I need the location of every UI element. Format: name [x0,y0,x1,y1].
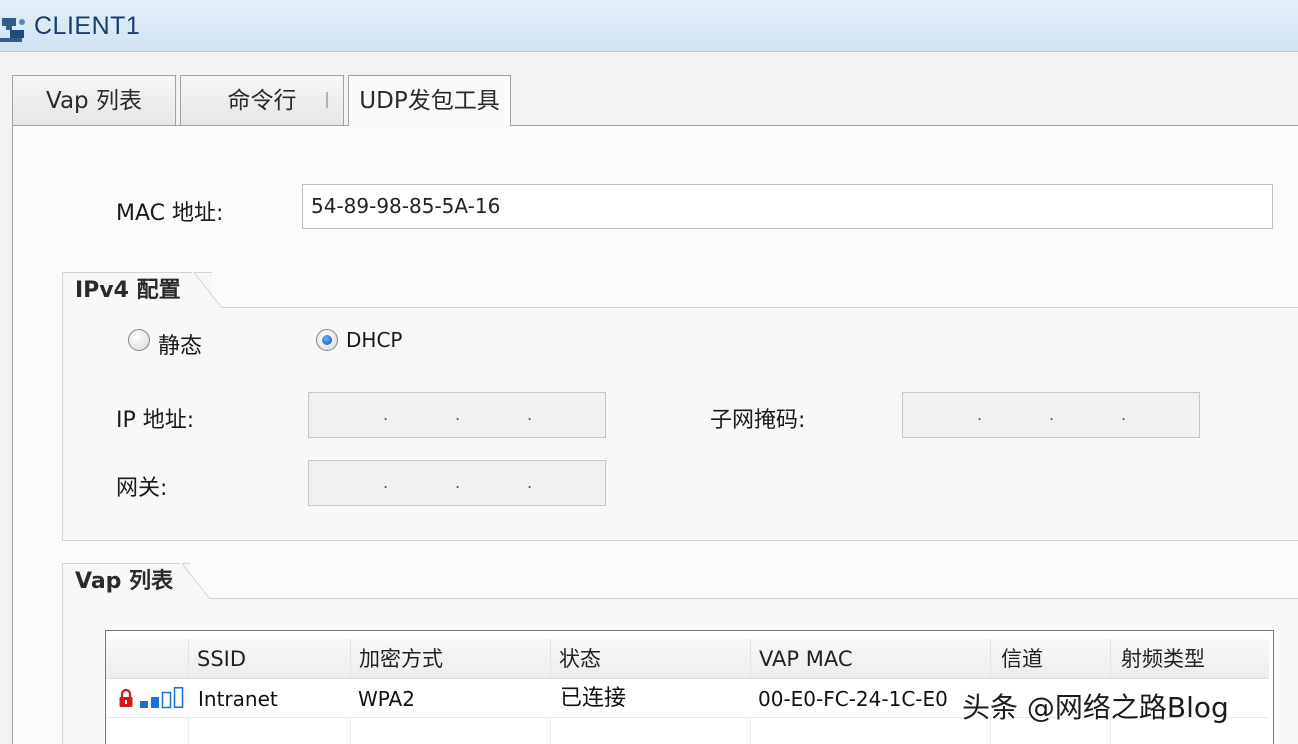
ip-octet-dot: . [977,405,983,424]
network-client-icon [0,18,25,42]
mac-label: MAC 地址: [116,201,224,226]
subnet-mask-label: 子网掩码: [710,408,806,433]
column-header-ssid[interactable]: SSID [188,639,350,679]
column-header-channel[interactable]: 信道 [990,639,1110,679]
column-header-radio-type[interactable]: 射频类型 [1110,639,1269,679]
dhcp-radio[interactable] [316,329,338,351]
gateway-field[interactable]: . . . [308,460,606,506]
column-header-encryption[interactable]: 加密方式 [350,639,550,679]
subnet-mask-field[interactable]: . . . [902,392,1200,438]
ip-octet-dot: . [383,405,389,424]
column-divider [188,717,189,744]
watermark: 头条 @网络之路Blog [962,691,1229,724]
vap-list-legend: Vap 列表 [62,563,190,601]
ip-octet-dot: . [383,473,389,492]
cell-status: 已连接 [560,686,627,711]
ipv4-config-legend: IPv4 配置 [62,272,212,310]
column-divider [750,717,751,744]
dhcp-radio-label: DHCP [346,328,403,352]
tab-command-line[interactable]: 命令行 [180,75,344,125]
tab-udp-tool[interactable]: UDP发包工具 [348,75,511,126]
ip-octet-dot: . [1049,405,1055,424]
cell-encryption: WPA2 [358,687,415,711]
ip-address-label: IP 地址: [116,408,195,433]
signal-strength-icon [140,687,184,709]
ip-octet-dot: . [527,473,533,492]
static-radio-label: 静态 [158,334,203,359]
static-radio[interactable] [128,329,150,351]
column-divider [550,717,551,744]
ip-octet-dot: . [455,405,461,424]
cell-vap-mac: 00-E0-FC-24-1C-E0 [758,687,948,711]
mac-address-field[interactable]: 54-89-98-85-5A-16 [302,184,1273,229]
title-bar: CLIENT1 [0,0,1298,52]
column-header-status[interactable]: 状态 [550,639,750,679]
ip-octet-dot: . [1121,405,1127,424]
tab-separator [326,92,328,108]
ip-octet-dot: . [455,473,461,492]
gateway-label: 网关: [116,476,168,501]
tab-vap-list[interactable]: Vap 列表 [12,75,176,125]
ip-address-field[interactable]: . . . [308,392,606,438]
legend-tab-edge [180,563,210,601]
legend-tab-edge [192,272,222,310]
column-header-vap-mac[interactable]: VAP MAC [750,639,990,679]
window-title: CLIENT1 [34,12,141,40]
table-header: SSID 加密方式 状态 VAP MAC 信道 射频类型 [106,639,1269,679]
ip-octet-dot: . [527,405,533,424]
column-divider [350,717,351,744]
cell-ssid: Intranet [198,687,278,711]
lock-icon [119,688,133,707]
